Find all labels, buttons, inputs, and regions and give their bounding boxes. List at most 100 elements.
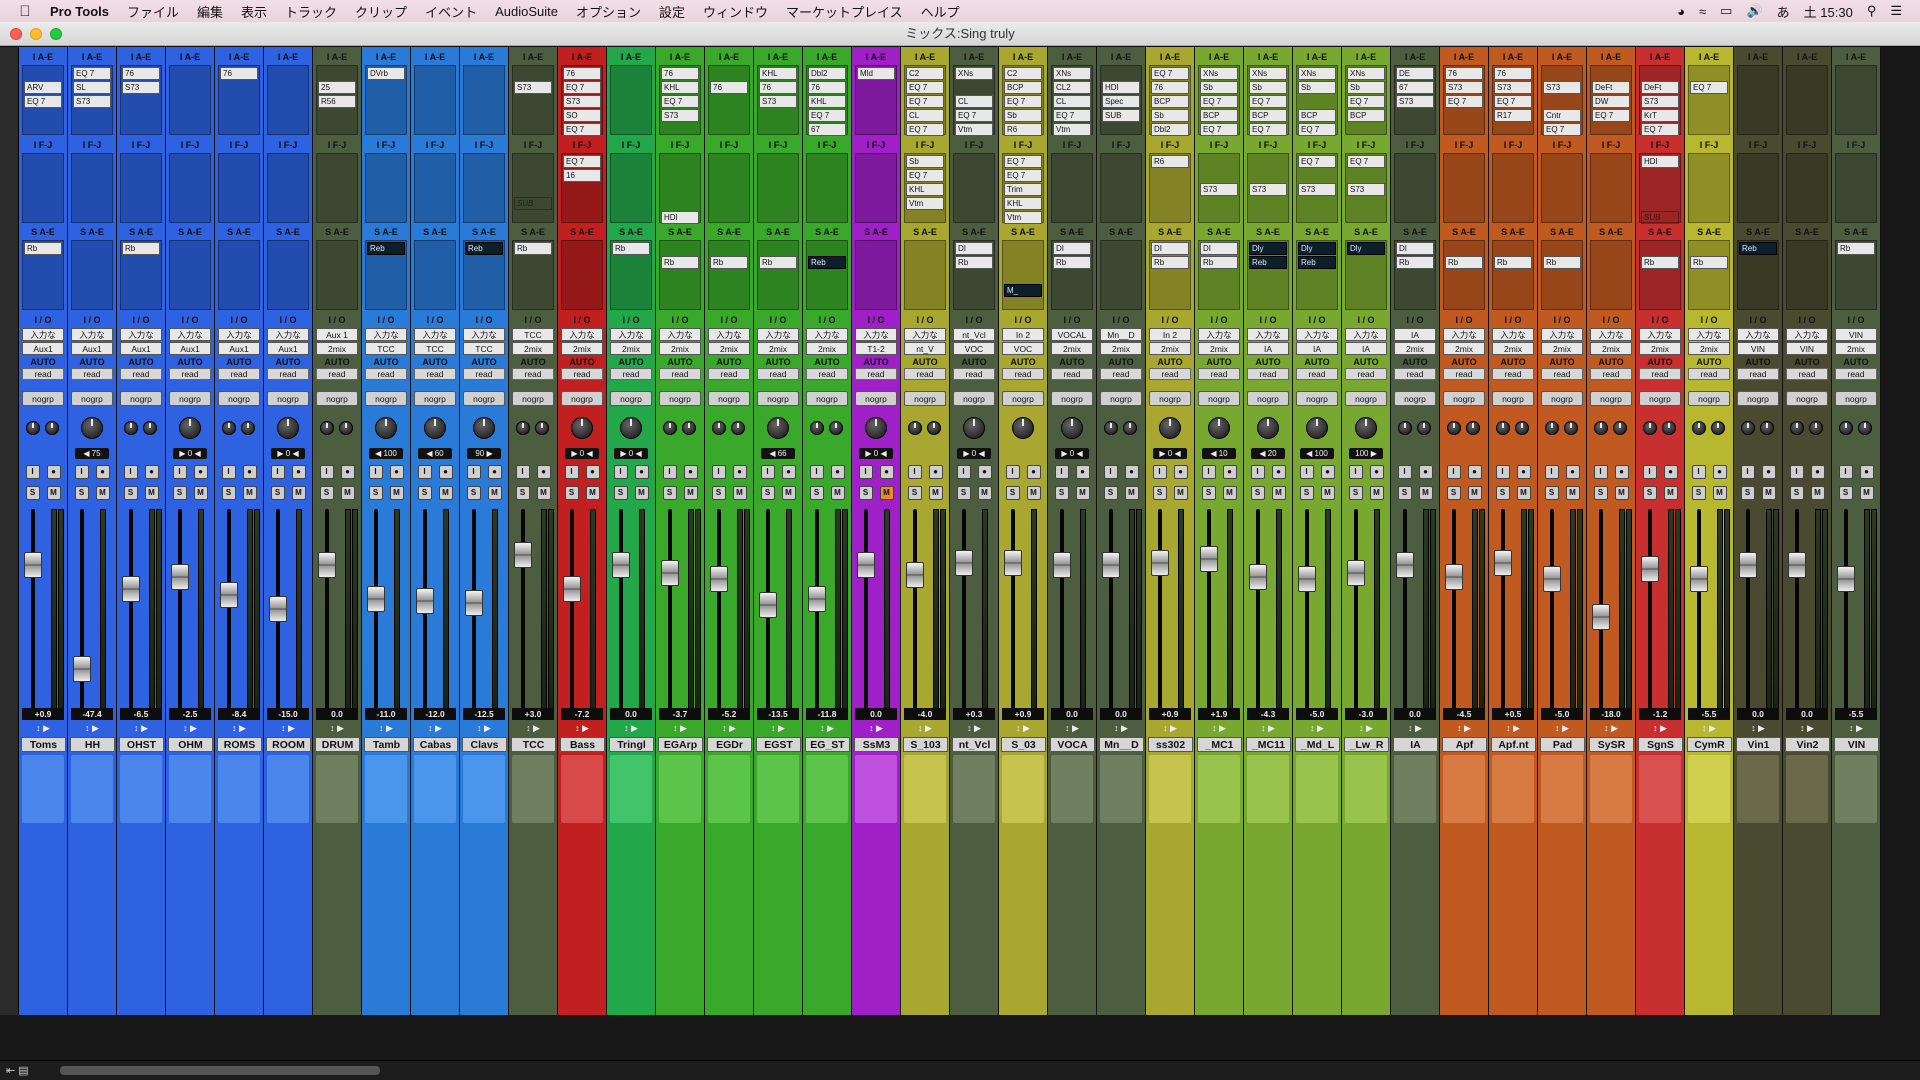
input-selector[interactable]: nt_Vcl (953, 328, 995, 341)
automation-mode-selector[interactable]: read (1688, 368, 1730, 380)
mute-button[interactable]: M (1614, 486, 1629, 500)
pan-knob-right[interactable] (1711, 421, 1725, 435)
track-routing-arrows[interactable]: ↕ ▶ (806, 723, 848, 733)
insert-slot[interactable]: Dbl2 (808, 67, 846, 80)
track-routing-arrows[interactable]: ↕ ▶ (1198, 723, 1240, 733)
inserts-ae-header[interactable]: I A-E (610, 52, 652, 62)
group-selector[interactable]: nogrp (1541, 391, 1583, 406)
group-selector[interactable]: nogrp (71, 391, 113, 406)
track-name[interactable]: Clavs (462, 737, 507, 752)
inserts-fj-header[interactable]: I F-J (1443, 140, 1485, 150)
pan-knob-left[interactable] (663, 421, 677, 435)
track-name[interactable]: VOCA (1050, 737, 1095, 752)
inserts-fj-header[interactable]: I F-J (1492, 140, 1534, 150)
insert-slot[interactable]: S73 (1396, 95, 1434, 108)
track-routing-arrows[interactable]: ↕ ▶ (1786, 723, 1828, 733)
track-name[interactable]: S_103 (903, 737, 948, 752)
solo-button[interactable]: S (809, 486, 824, 500)
track-name[interactable]: nt_Vcl (952, 737, 997, 752)
send-slot[interactable]: Dly (1249, 242, 1287, 255)
solo-button[interactable]: S (1642, 486, 1657, 500)
track-routing-arrows[interactable]: ↕ ▶ (904, 723, 946, 733)
input-selector[interactable]: VIN (1835, 328, 1877, 341)
volume-fader[interactable] (1151, 550, 1169, 576)
group-selector[interactable]: nogrp (855, 391, 897, 406)
pan-knob-left[interactable] (1104, 421, 1118, 435)
record-enable-button[interactable]: ● (879, 465, 894, 479)
inserts-ae-header[interactable]: I A-E (1051, 52, 1093, 62)
track-name[interactable]: OHM (168, 737, 213, 752)
sends-ae-header[interactable]: S A-E (71, 227, 113, 237)
output-selector[interactable]: 2mix (316, 342, 358, 355)
record-enable-button[interactable]: ● (1026, 465, 1041, 479)
volume-fader[interactable] (1445, 564, 1463, 590)
insert-slot[interactable]: S73 (1347, 183, 1385, 196)
volume-fader[interactable] (906, 562, 924, 588)
track-routing-arrows[interactable]: ↕ ▶ (953, 723, 995, 733)
insert-slot[interactable]: DeFt (1592, 81, 1630, 94)
group-selector[interactable]: nogrp (1492, 391, 1534, 406)
automation-mode-selector[interactable]: read (1051, 368, 1093, 380)
volume-fader[interactable] (1837, 566, 1855, 592)
input-selector[interactable]: 入力な (1296, 328, 1338, 341)
automation-mode-selector[interactable]: read (22, 368, 64, 380)
input-selector[interactable]: In 2 (1002, 328, 1044, 341)
group-selector[interactable]: nogrp (218, 391, 260, 406)
track-routing-arrows[interactable]: ↕ ▶ (1443, 723, 1485, 733)
horizontal-scrollbar[interactable]: ⇤ ▤ (0, 1060, 1920, 1080)
track-name[interactable]: Bass (560, 737, 605, 752)
input-monitor-button[interactable]: I (1054, 465, 1069, 479)
input-selector[interactable]: TCC (512, 328, 554, 341)
insert-slot[interactable]: XNs (1249, 67, 1287, 80)
sends-ae-header[interactable]: S A-E (953, 227, 995, 237)
inserts-ae-header[interactable]: I A-E (1345, 52, 1387, 62)
insert-slot[interactable]: BCP (1249, 109, 1287, 122)
insert-slot[interactable]: EQ 7 (661, 95, 699, 108)
pan-knob-right[interactable] (731, 421, 745, 435)
group-selector[interactable]: nogrp (806, 391, 848, 406)
pan-knob[interactable] (767, 417, 789, 439)
mute-button[interactable]: M (1516, 486, 1531, 500)
input-monitor-button[interactable]: I (1593, 465, 1608, 479)
track-name[interactable]: IA (1393, 737, 1438, 752)
insert-slot[interactable]: 16 (563, 169, 601, 182)
pan-knob[interactable] (277, 417, 299, 439)
insert-slot[interactable]: EQ 7 (1249, 95, 1287, 108)
record-enable-button[interactable]: ● (1712, 465, 1727, 479)
volume-fader[interactable] (661, 560, 679, 586)
menu-audiosuite[interactable]: AudioSuite (495, 4, 558, 19)
insert-slot[interactable]: S73 (1298, 183, 1336, 196)
pan-knob-right[interactable] (1662, 421, 1676, 435)
mute-button[interactable]: M (928, 486, 943, 500)
input-monitor-button[interactable]: I (1103, 465, 1118, 479)
mute-button[interactable]: M (585, 486, 600, 500)
input-monitor-button[interactable]: I (564, 465, 579, 479)
input-monitor-button[interactable]: I (1642, 465, 1657, 479)
insert-slot[interactable]: CL (955, 95, 993, 108)
solo-button[interactable]: S (1789, 486, 1804, 500)
insert-slot[interactable]: Sb (1004, 109, 1042, 122)
volume-fader[interactable] (465, 590, 483, 616)
insert-slot[interactable]: EQ 7 (1494, 95, 1532, 108)
inserts-ae-header[interactable]: I A-E (1198, 52, 1240, 62)
inserts-fj-header[interactable]: I F-J (1247, 140, 1289, 150)
pan-knob-right[interactable] (1123, 421, 1137, 435)
output-selector[interactable]: 2mix (806, 342, 848, 355)
group-selector[interactable]: nogrp (1002, 391, 1044, 406)
input-monitor-button[interactable]: I (1446, 465, 1461, 479)
track-routing-arrows[interactable]: ↕ ▶ (1590, 723, 1632, 733)
insert-slot[interactable]: R6 (1151, 155, 1189, 168)
inserts-ae-header[interactable]: I A-E (1296, 52, 1338, 62)
track-name[interactable]: Cabas (413, 737, 458, 752)
insert-slot[interactable]: XNs (1347, 67, 1385, 80)
send-slot[interactable]: Rb (1445, 256, 1483, 269)
track-routing-arrows[interactable]: ↕ ▶ (71, 723, 113, 733)
mute-button[interactable]: M (1467, 486, 1482, 500)
automation-mode-selector[interactable]: read (1100, 368, 1142, 380)
record-enable-button[interactable]: ● (242, 465, 257, 479)
insert-slot[interactable]: SUB (1102, 109, 1140, 122)
output-selector[interactable]: 2mix (1835, 342, 1877, 355)
inserts-fj-header[interactable]: I F-J (1296, 140, 1338, 150)
inserts-ae-header[interactable]: I A-E (512, 52, 554, 62)
output-selector[interactable]: 2mix (512, 342, 554, 355)
